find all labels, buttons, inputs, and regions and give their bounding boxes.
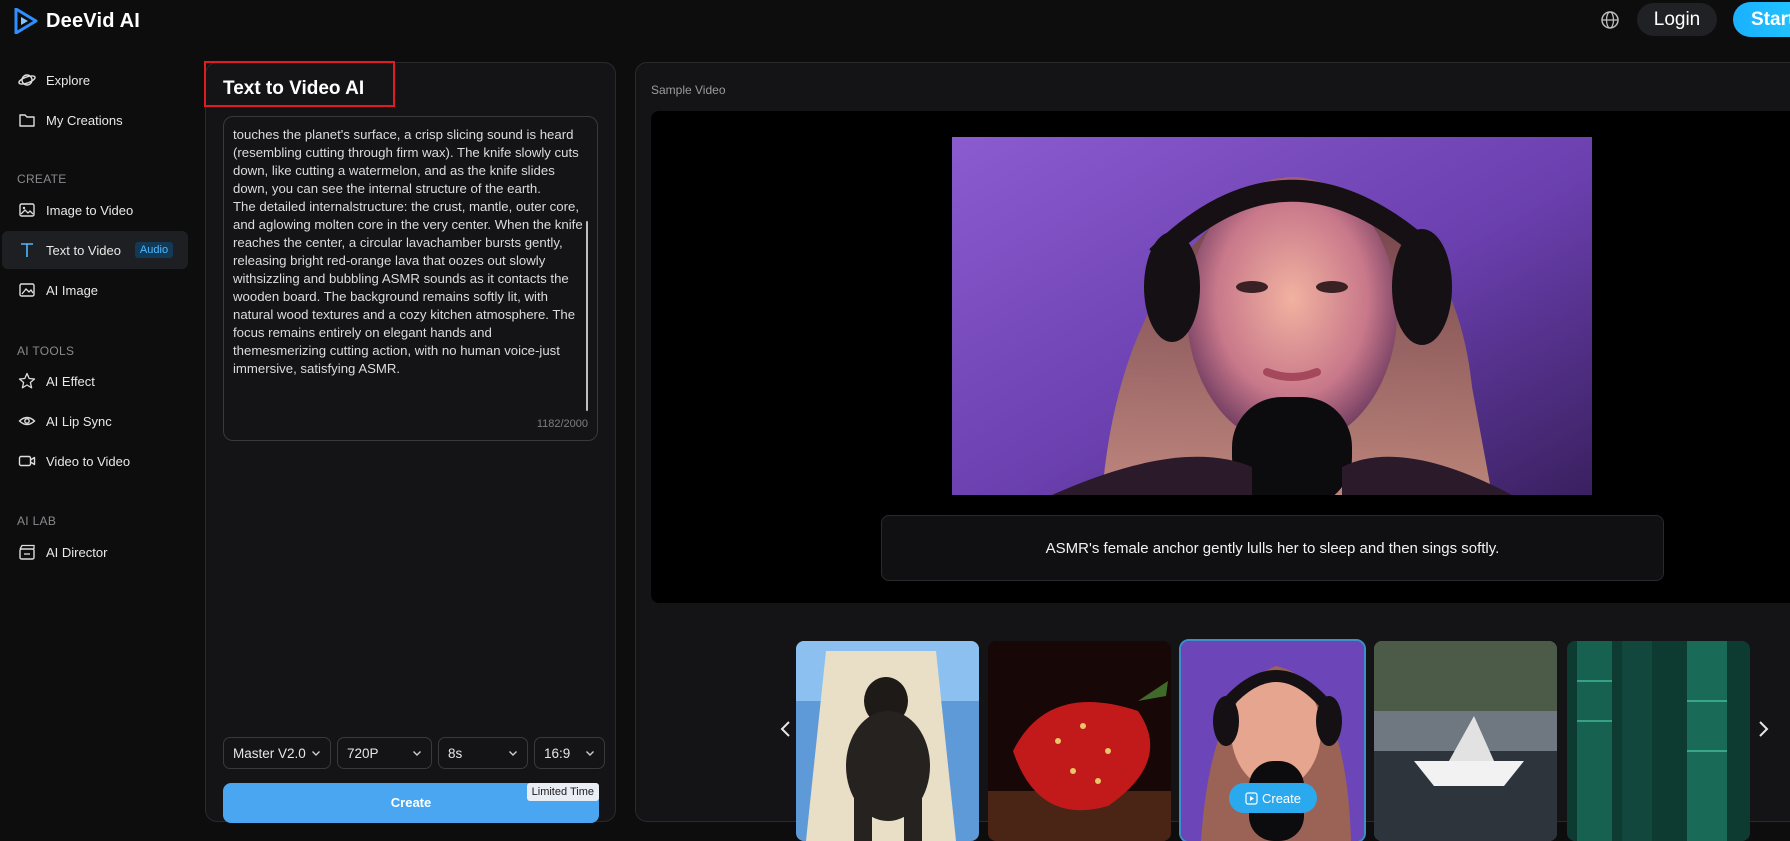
star-icon bbox=[18, 372, 36, 389]
prompt-scrollbar[interactable] bbox=[586, 221, 588, 411]
thumbnail-create-button[interactable]: Create bbox=[1229, 783, 1317, 813]
char-counter: 1182/2000 bbox=[536, 418, 588, 430]
limited-time-badge: Limited Time bbox=[526, 783, 599, 801]
option-selects: Master V2.0 720P 8s 16:9 bbox=[223, 737, 605, 769]
sidebar-item-ai-image[interactable]: AI Image bbox=[2, 271, 188, 309]
sidebar-item-image-to-video[interactable]: Image to Video bbox=[2, 191, 188, 229]
server-room-thumbnail-image bbox=[1567, 641, 1750, 841]
thumbnail-gorilla[interactable] bbox=[796, 641, 979, 841]
logo[interactable]: DeeVid AI bbox=[14, 8, 140, 34]
chevron-down-icon bbox=[586, 751, 594, 756]
sidebar-item-label: Text to Video bbox=[46, 242, 121, 258]
ratio-select-value: 16:9 bbox=[544, 745, 571, 761]
sidebar-item-label: AI Lip Sync bbox=[46, 413, 112, 429]
sidebar-item-label: Image to Video bbox=[46, 202, 134, 218]
sidebar-item-label: AI Effect bbox=[46, 373, 95, 389]
sidebar-item-video-to-video[interactable]: Video to Video bbox=[2, 442, 188, 480]
thumbnail-create-label: Create bbox=[1261, 790, 1302, 806]
model-select-value: Master V2.0 bbox=[233, 745, 306, 761]
video-icon bbox=[18, 455, 36, 467]
section-title-ai-tools: AI TOOLS bbox=[17, 344, 75, 358]
login-button[interactable]: Login bbox=[1637, 3, 1717, 36]
prompt-textarea[interactable]: touches the planet's surface, a crisp sl… bbox=[223, 116, 598, 441]
duration-select-value: 8s bbox=[448, 745, 463, 761]
chevron-left-icon[interactable] bbox=[776, 719, 796, 739]
sidebar-item-text-to-video[interactable]: Text to Video Audio bbox=[2, 231, 188, 269]
chevron-down-icon bbox=[509, 751, 517, 756]
logo-mark-icon bbox=[14, 8, 38, 34]
start-button[interactable]: Start bbox=[1733, 2, 1790, 37]
ratio-select[interactable]: 16:9 bbox=[534, 737, 605, 769]
strawberry-thumbnail-image bbox=[988, 641, 1171, 841]
app-title: DeeVid AI bbox=[46, 9, 141, 32]
sidebar-item-explore[interactable]: Explore bbox=[2, 61, 188, 99]
resolution-select-value: 720P bbox=[347, 745, 379, 761]
video-player[interactable]: ASMR's female anchor gently lulls her to… bbox=[651, 111, 1790, 603]
image-icon bbox=[19, 203, 35, 217]
sidebar-item-label: AI Director bbox=[46, 544, 108, 560]
sample-video-label: Sample Video bbox=[651, 83, 726, 97]
model-select[interactable]: Master V2.0 bbox=[223, 737, 331, 769]
sidebar-item-ai-director[interactable]: AI Director bbox=[2, 533, 188, 571]
sidebar-item-ai-effect[interactable]: AI Effect bbox=[2, 362, 188, 400]
resolution-select[interactable]: 720P bbox=[337, 737, 432, 769]
sidebar-item-label: AI Image bbox=[46, 282, 99, 298]
create-button[interactable]: Create Limited Time bbox=[223, 783, 599, 823]
audio-badge: Audio bbox=[134, 242, 174, 258]
folder-icon bbox=[19, 114, 35, 127]
chevron-right-icon[interactable] bbox=[1753, 719, 1773, 739]
page-title: Text to Video AI bbox=[223, 78, 365, 99]
video-caption: ASMR's female anchor gently lulls her to… bbox=[881, 515, 1664, 581]
thumbnail-carousel: Create bbox=[636, 639, 1790, 841]
sample-video-image bbox=[952, 137, 1592, 495]
chevron-down-icon bbox=[413, 751, 421, 756]
thumbnail-strawberry[interactable] bbox=[988, 641, 1171, 841]
prompt-text[interactable]: touches the planet's surface, a crisp sl… bbox=[233, 126, 588, 378]
sidebar-item-label: Video to Video bbox=[46, 453, 131, 469]
play-icon bbox=[1245, 791, 1258, 805]
planet-icon bbox=[18, 74, 36, 86]
text-icon bbox=[21, 243, 33, 257]
section-title-create: CREATE bbox=[17, 172, 67, 186]
top-header: DeeVid AI Login Start bbox=[0, 0, 1790, 42]
thumbnail-server-room[interactable] bbox=[1567, 641, 1750, 841]
sidebar-item-ai-lip-sync[interactable]: AI Lip Sync bbox=[2, 402, 188, 440]
editor-panel: Text to Video AI touches the planet's su… bbox=[204, 61, 616, 823]
section-title-ai-lab: AI LAB bbox=[17, 514, 57, 528]
sidebar-item-label: Explore bbox=[46, 72, 91, 88]
globe-icon[interactable] bbox=[1600, 10, 1620, 30]
thumbnail-paper-boat[interactable] bbox=[1374, 641, 1557, 841]
preview-panel: Sample Video ASMR's female anchor gently… bbox=[635, 62, 1790, 841]
create-button-label: Create bbox=[390, 795, 432, 810]
chevron-down-icon bbox=[312, 751, 320, 756]
duration-select[interactable]: 8s bbox=[438, 737, 528, 769]
paper-boat-thumbnail-image bbox=[1374, 641, 1557, 841]
sidebar-item-my-creations[interactable]: My Creations bbox=[2, 101, 188, 139]
sidebar-item-label: My Creations bbox=[46, 112, 123, 128]
thumbnail-asmr-anchor[interactable]: Create bbox=[1179, 639, 1366, 841]
gorilla-thumbnail-image bbox=[796, 641, 979, 841]
director-icon bbox=[19, 544, 35, 560]
sample-video-frame[interactable] bbox=[952, 137, 1592, 495]
ai-image-icon bbox=[19, 283, 35, 297]
eye-icon bbox=[18, 416, 36, 426]
